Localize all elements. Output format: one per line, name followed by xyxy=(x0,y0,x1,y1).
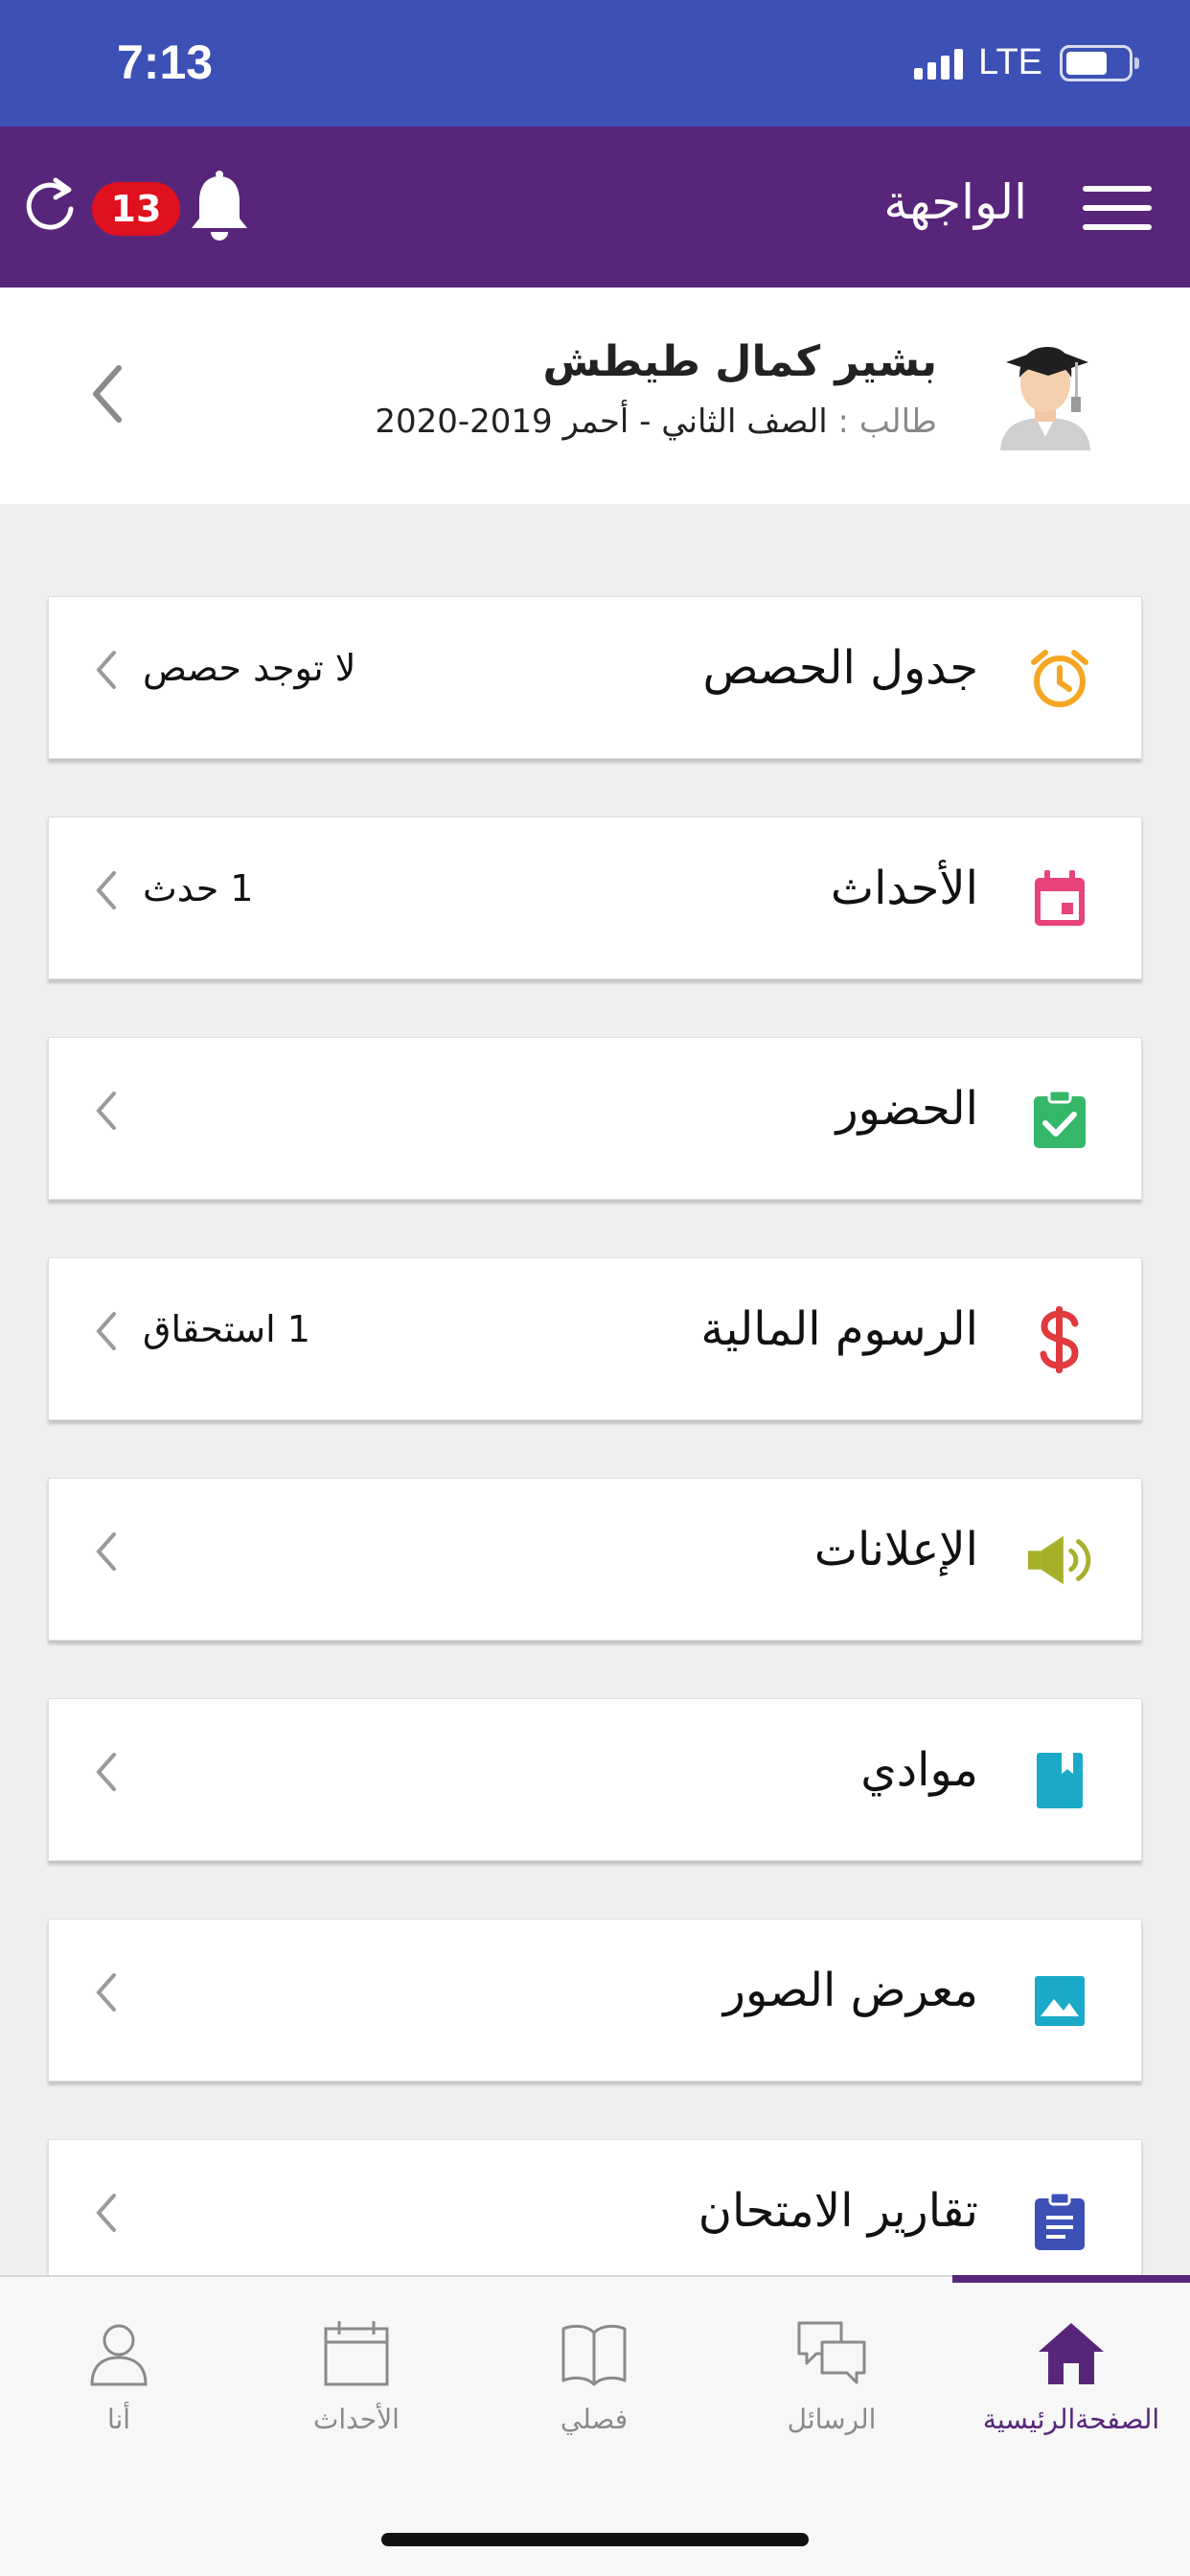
profile-card[interactable]: بشير كمال طيطش طالب : الصف الثاني - أحمر… xyxy=(0,288,1190,504)
chevron-left-icon xyxy=(96,1532,116,1571)
tab-my-class[interactable]: فصلي xyxy=(475,2317,713,2451)
menu-item-label: الحضور xyxy=(835,1082,978,1136)
battery-icon xyxy=(1060,44,1139,81)
signal-icon xyxy=(914,47,964,80)
avatar xyxy=(1000,347,1090,450)
tab-label: أنا xyxy=(106,2404,131,2435)
app-header: الواجهة 13 xyxy=(0,126,1190,288)
menu-icon[interactable] xyxy=(1083,186,1152,230)
menu-item-label: الأحداث xyxy=(830,862,978,915)
book-icon xyxy=(1026,1747,1093,1814)
chat-bubbles-icon xyxy=(797,2321,866,2384)
alarm-clock-icon xyxy=(1026,645,1093,712)
student-name: بشير كمال طيطش xyxy=(542,337,937,386)
dollar-icon xyxy=(1026,1306,1093,1373)
chevron-left-icon xyxy=(96,1753,116,1791)
person-icon xyxy=(90,2324,148,2386)
tab-events[interactable]: الأحداث xyxy=(238,2317,475,2451)
status-time: 7:13 xyxy=(117,35,214,89)
home-indicator xyxy=(381,2533,809,2546)
chevron-left-icon xyxy=(96,1973,116,2012)
attendance-check-icon xyxy=(1026,1086,1093,1153)
tab-label: فصلي xyxy=(560,2404,629,2435)
open-book-icon xyxy=(561,2324,627,2386)
chevron-left-icon xyxy=(96,651,116,689)
calendar-outline-icon xyxy=(324,2321,389,2386)
tab-bar: أنا الأحداث فصلي الرسائل الصفحةالرئيسية xyxy=(0,2275,1190,2576)
status-bar: 7:13 LTE xyxy=(0,0,1190,126)
chevron-left-icon[interactable] xyxy=(88,362,126,426)
menu-item-value: 1 حدث xyxy=(143,867,254,909)
chevron-left-icon xyxy=(96,871,116,909)
tab-messages[interactable]: الرسائل xyxy=(713,2317,950,2451)
tab-home[interactable]: الصفحةالرئيسية xyxy=(952,2317,1190,2451)
chevron-left-icon xyxy=(96,1312,116,1350)
menu-item-fees[interactable]: الرسوم المالية 1 استحقاق xyxy=(48,1257,1142,1420)
calendar-icon xyxy=(1026,865,1093,932)
tab-label: الصفحةالرئيسية xyxy=(982,2404,1160,2435)
menu-item-subjects[interactable]: موادي xyxy=(48,1698,1142,1861)
menu-item-label: الرسوم المالية xyxy=(700,1302,978,1356)
clipboard-icon xyxy=(1026,2188,1093,2255)
status-indicators: LTE xyxy=(914,42,1139,83)
chevron-left-icon xyxy=(96,2194,116,2232)
menu-item-gallery[interactable]: معرض الصور xyxy=(48,1919,1142,2082)
menu-item-attendance[interactable]: الحضور xyxy=(48,1037,1142,1200)
menu-item-value: 1 استحقاق xyxy=(143,1308,310,1350)
bell-icon[interactable] xyxy=(188,169,251,245)
tab-me[interactable]: أنا xyxy=(0,2317,238,2451)
refresh-icon[interactable] xyxy=(21,172,79,236)
menu-item-announcements[interactable]: الإعلانات xyxy=(48,1478,1142,1641)
menu-item-label: جدول الحصص xyxy=(702,641,978,695)
tab-label: الأحداث xyxy=(313,2404,400,2435)
home-icon xyxy=(1039,2323,1104,2384)
notification-badge[interactable]: 13 xyxy=(92,182,180,236)
menu-item-label: تقارير الامتحان xyxy=(698,2184,978,2238)
megaphone-icon xyxy=(1026,1527,1093,1594)
menu-item-label: معرض الصور xyxy=(722,1964,978,2017)
active-tab-indicator xyxy=(952,2275,1190,2283)
page-title: الواجهة xyxy=(883,174,1027,230)
network-type: LTE xyxy=(978,42,1042,82)
student-class: الصف الثاني - أحمر 2019-2020 xyxy=(375,402,828,441)
chevron-left-icon xyxy=(96,1092,116,1130)
tab-label: الرسائل xyxy=(787,2404,877,2435)
student-role: طالب xyxy=(858,402,937,441)
menu-item-label: موادي xyxy=(860,1743,978,1797)
menu-item-events[interactable]: الأحداث 1 حدث xyxy=(48,816,1142,979)
student-class-info: طالب : الصف الثاني - أحمر 2019-2020 xyxy=(375,402,937,441)
role-separator: : xyxy=(827,402,859,441)
image-icon xyxy=(1026,1967,1093,2035)
menu-item-label: الإعلانات xyxy=(813,1523,978,1576)
menu-item-timetable[interactable]: جدول الحصص لا توجد حصص xyxy=(48,596,1142,759)
menu-item-value: لا توجد حصص xyxy=(143,647,356,689)
